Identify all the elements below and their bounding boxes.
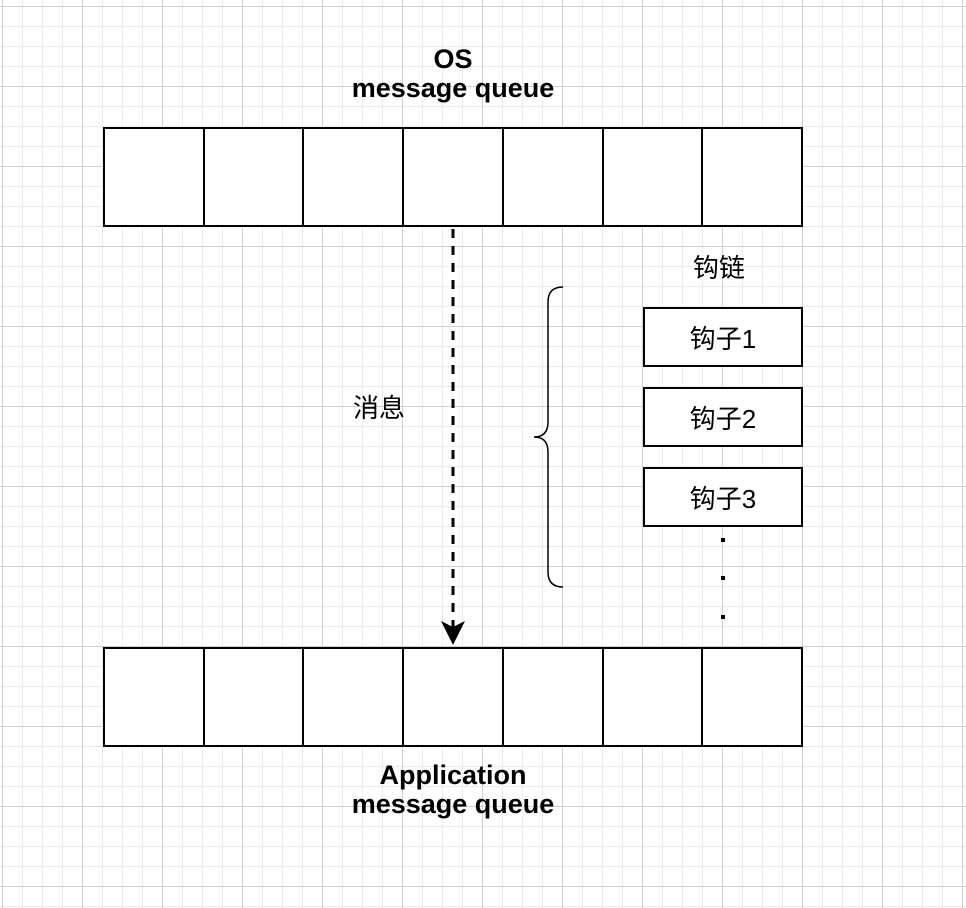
application-queue-title: Application message queue (303, 761, 603, 819)
application-queue-title-line1: Application (379, 760, 527, 790)
continuation-dot (721, 576, 725, 580)
app-queue-slot (604, 649, 704, 745)
hook-box-1: 钩子1 (643, 307, 803, 367)
hook-box-3: 钩子3 (643, 467, 803, 527)
app-queue-slot (105, 649, 205, 745)
hook-chain-label: 钩链 (693, 253, 746, 283)
hook-box-2: 钩子2 (643, 387, 803, 447)
continuation-dot (721, 538, 725, 542)
hook-chain-brace (533, 286, 564, 588)
app-queue-slot (703, 649, 801, 745)
app-queue-slot (504, 649, 604, 745)
message-flow-label: 消息 (353, 393, 406, 423)
app-queue-slot (205, 649, 305, 745)
application-queue-title-line2: message queue (351, 789, 555, 819)
application-message-queue (103, 647, 803, 747)
app-queue-slot (404, 649, 504, 745)
app-queue-slot (304, 649, 405, 745)
continuation-dot (721, 615, 725, 619)
